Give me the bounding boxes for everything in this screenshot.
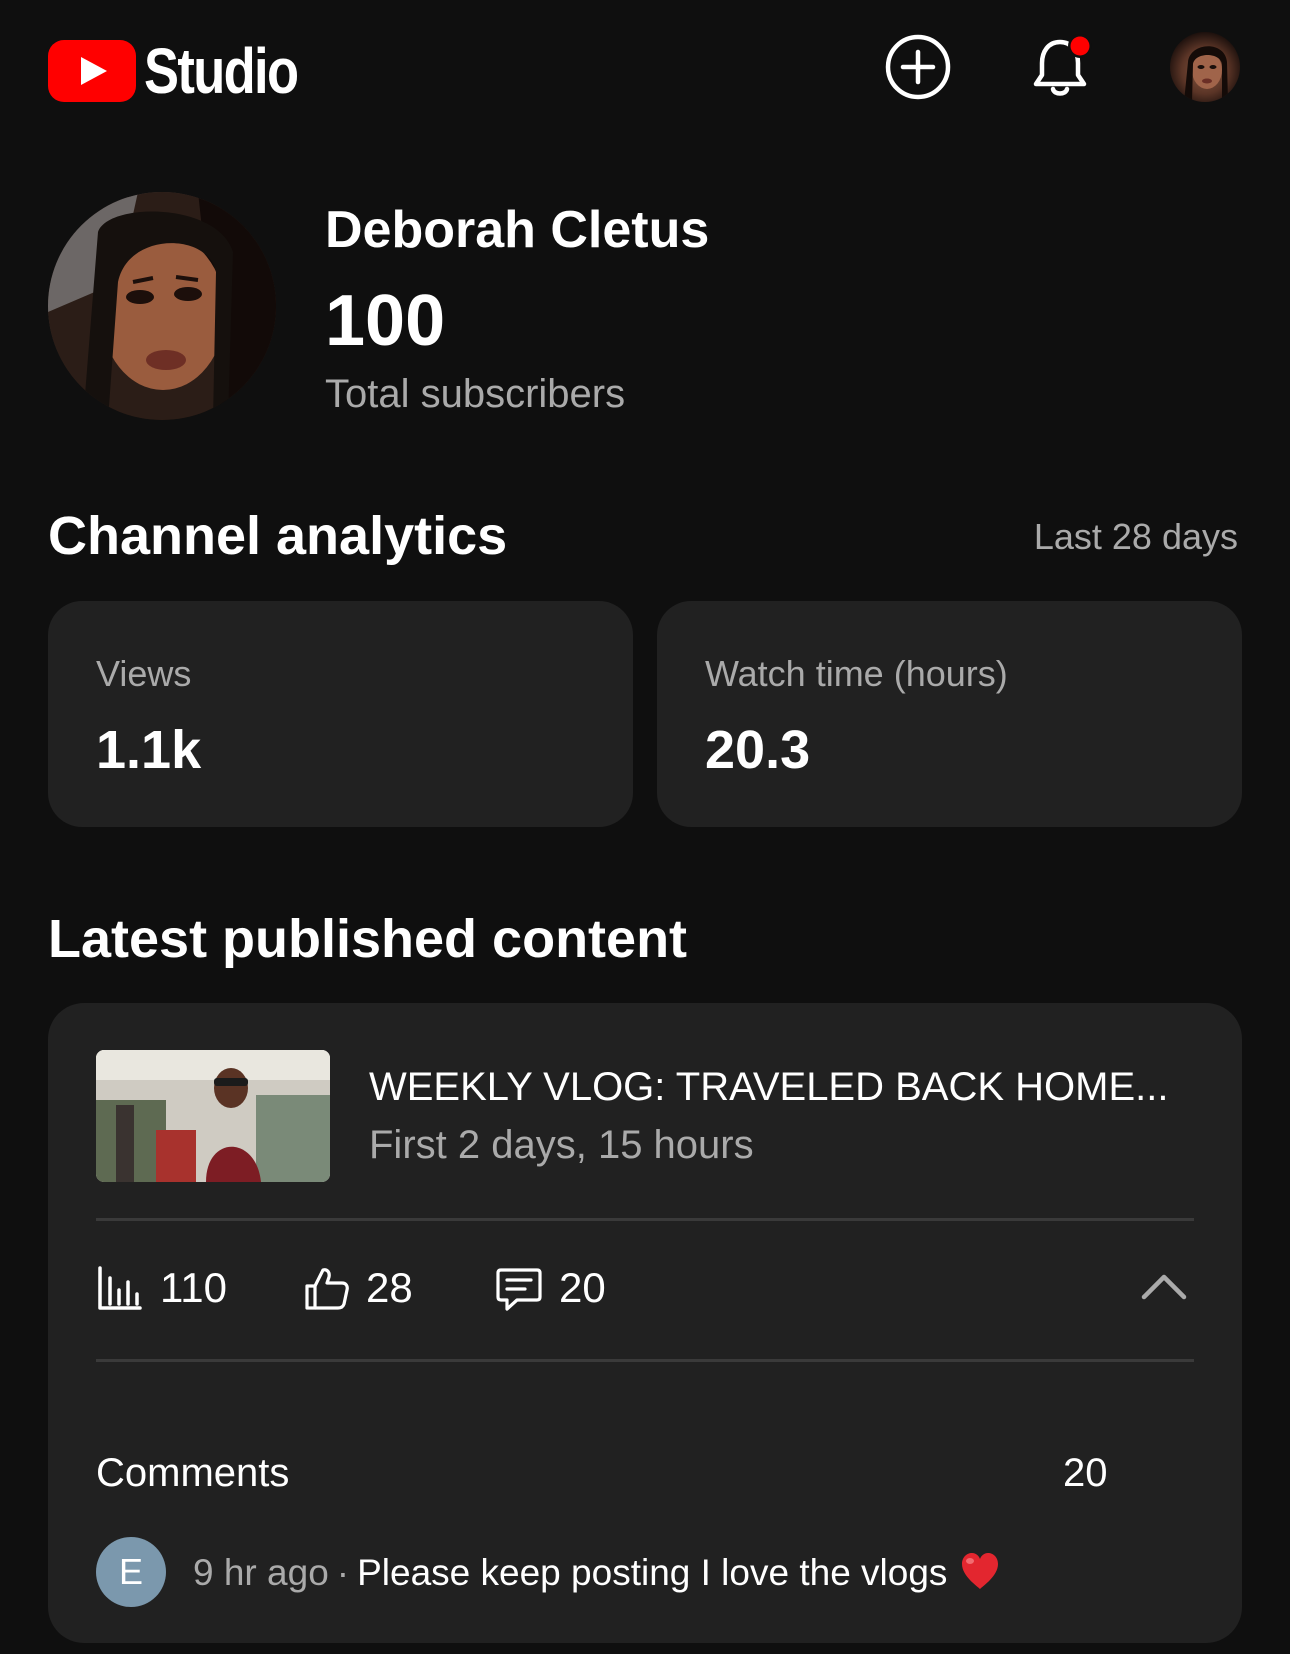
views-card[interactable]: Views 1.1k — [48, 601, 633, 827]
notifications-icon[interactable] — [1025, 32, 1095, 102]
watch-time-card[interactable]: Watch time (hours) 20.3 — [657, 601, 1242, 827]
bar-chart-icon — [98, 1266, 142, 1310]
video-metrics: 110 28 20 — [96, 1243, 1194, 1333]
views-value: 1.1k — [96, 720, 202, 780]
views-label: Views — [96, 653, 192, 694]
notification-dot — [1070, 36, 1090, 56]
comment-time: 9 hr ago — [193, 1552, 329, 1593]
studio-logo[interactable]: Studio — [48, 34, 331, 108]
comments-metric-value: 20 — [559, 1264, 606, 1311]
video-title[interactable]: WEEKLY VLOG: TRAVELED BACK HOME... — [369, 1065, 1199, 1110]
create-icon[interactable] — [883, 32, 953, 102]
thumbs-up-icon — [305, 1268, 349, 1310]
comments-label[interactable]: Comments — [96, 1451, 289, 1496]
thumbnail-image — [96, 1050, 330, 1182]
views-metric-value: 110 — [160, 1264, 227, 1311]
commenter-avatar[interactable]: E — [96, 1537, 166, 1607]
video-thumbnail[interactable] — [96, 1050, 330, 1182]
divider — [96, 1218, 1194, 1221]
chevron-up-icon[interactable] — [1140, 1263, 1188, 1311]
youtube-logo-icon — [48, 40, 136, 102]
top-bar: Studio — [0, 0, 1290, 140]
channel-photo — [48, 192, 276, 420]
logo-text: Studio — [144, 35, 299, 107]
likes-metric[interactable]: 28 — [302, 1243, 413, 1333]
subscriber-label: Total subscribers — [325, 372, 626, 416]
channel-name: Deborah Cletus — [325, 201, 710, 259]
account-photo — [1184, 46, 1228, 102]
heart-icon — [962, 1553, 999, 1589]
comments-metric[interactable]: 20 — [495, 1243, 606, 1333]
analytics-title: Channel analytics — [48, 506, 508, 566]
account-avatar[interactable] — [1170, 32, 1240, 102]
subscriber-count: 100 — [325, 281, 446, 361]
analytics-period: Last 28 days — [1033, 516, 1238, 557]
channel-avatar[interactable] — [48, 192, 276, 420]
watch-time-value: 20.3 — [705, 720, 811, 780]
latest-content-card: WEEKLY VLOG: TRAVELED BACK HOME... First… — [48, 1003, 1242, 1643]
comment-separator: · — [336, 1552, 350, 1593]
comment-item[interactable]: 9 hr ago · Please keep posting I love the … — [193, 1551, 1001, 1594]
comment-icon — [496, 1268, 542, 1311]
video-subtitle: First 2 days, 15 hours — [369, 1123, 754, 1167]
comments-count: 20 — [1063, 1451, 1108, 1495]
comment-text: Please keep posting I love the vlogs — [357, 1552, 948, 1593]
watch-time-label: Watch time (hours) — [705, 653, 1008, 694]
divider — [96, 1359, 1194, 1362]
likes-metric-value: 28 — [366, 1264, 413, 1311]
views-metric[interactable]: 110 — [96, 1243, 227, 1333]
latest-content-title: Latest published content — [48, 909, 688, 969]
